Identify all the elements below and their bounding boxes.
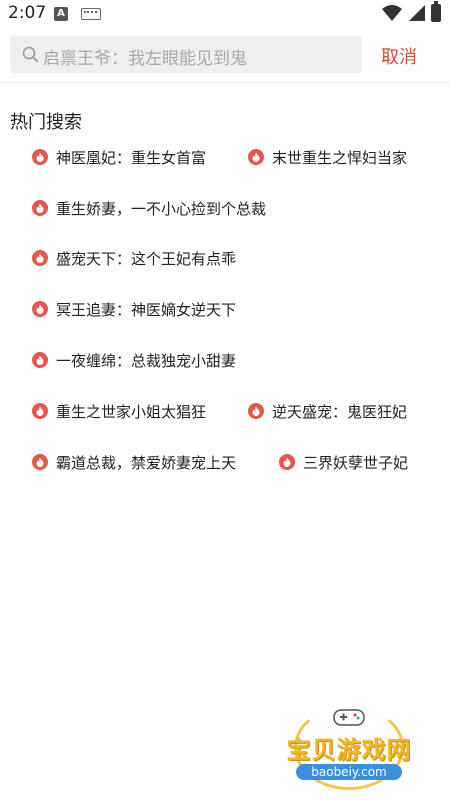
- hot-search-item[interactable]: 重生之世家小姐太猖狂: [32, 399, 206, 423]
- fire-icon: [32, 250, 48, 266]
- fire-icon: [32, 200, 48, 216]
- fire-icon: [32, 301, 48, 317]
- fire-icon: [248, 149, 264, 165]
- fire-icon: [248, 403, 264, 419]
- hot-search-item[interactable]: 重生娇妻，一不小心捡到个总裁: [32, 196, 266, 220]
- hot-search-label: 盛宠天下：这个王妃有点乖: [56, 249, 237, 268]
- hot-search-label: 末世重生之悍妇当家: [272, 148, 408, 167]
- hot-search-item[interactable]: 末世重生之悍妇当家: [248, 145, 407, 169]
- hot-search-title: 热门搜索: [10, 112, 82, 133]
- search-placeholder: 启禀王爷：我左眼能见到鬼: [43, 49, 247, 69]
- hot-search-item[interactable]: 霸道总裁，禁爱娇妻宠上天: [32, 450, 236, 474]
- search-icon: [22, 46, 39, 63]
- fire-icon: [32, 454, 48, 470]
- fire-icon: [32, 149, 48, 165]
- hot-search-label: 神医凰妃：重生女首富: [56, 148, 207, 167]
- status-time: 2:07: [8, 3, 47, 23]
- hot-search-label: 冥王追妻：神医嫡女逆天下: [56, 300, 237, 319]
- hot-search-label: 一夜缠绵：总裁独宠小甜妻: [56, 351, 237, 370]
- fire-icon: [32, 403, 48, 419]
- search-input[interactable]: 启禀王爷：我左眼能见到鬼: [10, 36, 362, 73]
- hot-search-item[interactable]: 冥王追妻：神医嫡女逆天下: [32, 297, 236, 321]
- hot-search-item[interactable]: 逆天盛宠：鬼医狂妃: [248, 399, 407, 423]
- hot-search-label: 重生之世家小姐太猖狂: [56, 402, 207, 421]
- divider: [0, 82, 450, 83]
- gamepad-icon: [333, 709, 365, 726]
- watermark-url: baobeiy.com: [296, 764, 402, 780]
- watermark-logo: 宝贝游戏网 baobeiy.com: [274, 700, 424, 790]
- hot-search-item[interactable]: 盛宠天下：这个王妃有点乖: [32, 246, 236, 270]
- hot-search-label: 重生娇妻，一不小心捡到个总裁: [56, 199, 267, 218]
- hot-search-item[interactable]: 三界妖孽世子妃: [279, 450, 408, 474]
- hot-search-item[interactable]: 一夜缠绵：总裁独宠小甜妻: [32, 348, 236, 372]
- fire-icon: [279, 454, 295, 470]
- hot-search-item[interactable]: 神医凰妃：重生女首富: [32, 145, 206, 169]
- keyboard-icon: [81, 8, 101, 20]
- fire-icon: [32, 352, 48, 368]
- hot-search-label: 霸道总裁，禁爱娇妻宠上天: [56, 453, 237, 472]
- hot-search-label: 逆天盛宠：鬼医狂妃: [272, 402, 408, 421]
- signal-icon: [409, 5, 425, 21]
- battery-icon: [431, 1, 441, 22]
- status-bar: 2:07 A: [0, 0, 450, 28]
- cancel-button[interactable]: 取消: [381, 43, 417, 69]
- notification-a-icon: A: [54, 7, 68, 21]
- hot-search-label: 三界妖孽世子妃: [303, 453, 409, 472]
- wifi-icon: [382, 5, 402, 21]
- watermark-text: 宝贝游戏网: [286, 736, 412, 764]
